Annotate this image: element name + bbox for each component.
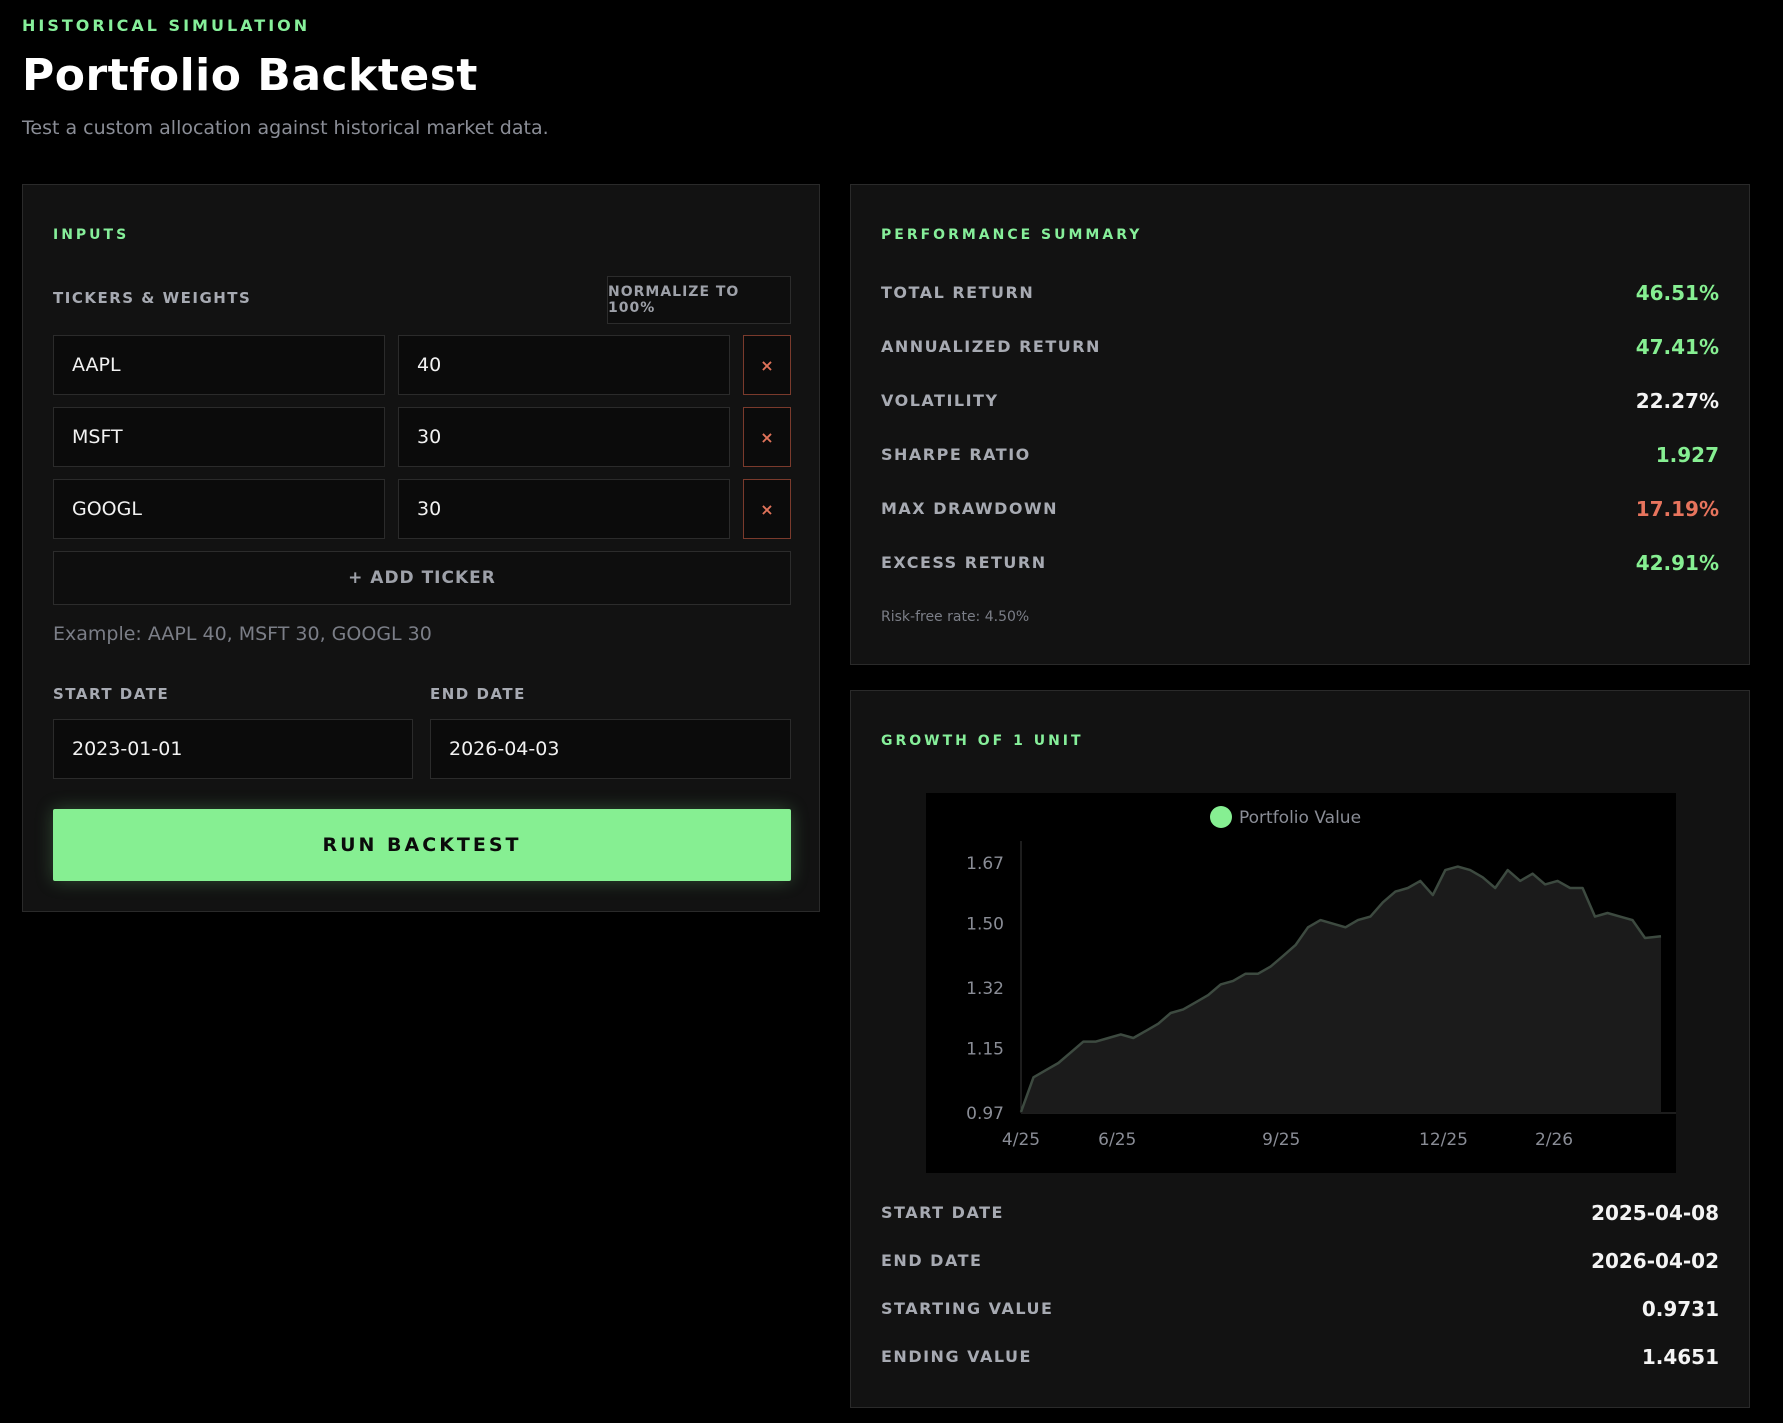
remove-ticker-button-2[interactable]: × (743, 407, 791, 467)
weight-input-3[interactable]: 30 (398, 479, 730, 539)
performance-summary-panel: PERFORMANCE SUMMARY TOTAL RETURN 46.51% … (850, 184, 1750, 665)
metric-total-return: TOTAL RETURN 46.51% (881, 281, 1719, 307)
growth-panel: GROWTH OF 1 UNIT 0.97 1.15 1.32 1.50 1.67 4/2… (850, 690, 1750, 1408)
stat-value: 2025-04-08 (1591, 1201, 1719, 1225)
end-date-label: END DATE (430, 685, 526, 703)
metric-label: ANNUALIZED RETURN (881, 337, 1101, 356)
legend-label: Portfolio Value (1239, 808, 1361, 828)
ticker-input-1[interactable]: AAPL (53, 335, 385, 395)
stat-label: ENDING VALUE (881, 1347, 1032, 1366)
page-subtitle: Test a custom allocation against histori… (22, 117, 549, 139)
metric-label: EXCESS RETURN (881, 553, 1047, 572)
page-title: Portfolio Backtest (22, 50, 478, 101)
x-tick-label: 4/25 (1002, 1130, 1040, 1150)
metric-label: TOTAL RETURN (881, 283, 1035, 302)
inputs-panel: INPUTS TICKERS & WEIGHTS NORMALIZE TO 10… (22, 184, 820, 912)
stat-ending-value: ENDING VALUE 1.4651 (881, 1345, 1719, 1371)
legend-swatch (1210, 806, 1232, 828)
tickers-example-hint: Example: AAPL 40, MSFT 30, GOOGL 30 (53, 623, 432, 645)
y-tick-label: 0.97 (966, 1104, 1004, 1124)
y-tick-label: 1.50 (966, 915, 1004, 935)
run-backtest-button[interactable]: RUN BACKTEST (53, 809, 791, 881)
metric-sharpe-ratio: SHARPE RATIO 1.927 (881, 443, 1719, 469)
growth-heading: GROWTH OF 1 UNIT (881, 733, 1084, 749)
x-tick-label: 12/25 (1419, 1130, 1468, 1150)
metric-value: 46.51% (1635, 281, 1719, 305)
end-date-input[interactable]: 2026-04-03 (430, 719, 791, 779)
growth-chart-svg: 0.97 1.15 1.32 1.50 1.67 4/25 6/25 9/25 12/25 2/2… (966, 806, 1676, 1150)
ticker-input-3[interactable]: GOOGL (53, 479, 385, 539)
page-eyebrow: HISTORICAL SIMULATION (22, 16, 311, 35)
tickers-weights-label: TICKERS & WEIGHTS (53, 289, 252, 307)
metric-label: MAX DRAWDOWN (881, 499, 1059, 518)
metric-value: 47.41% (1635, 335, 1719, 359)
inputs-heading: INPUTS (53, 227, 130, 243)
metric-label: VOLATILITY (881, 391, 999, 410)
stat-label: START DATE (881, 1203, 1004, 1222)
metric-excess-return: EXCESS RETURN 42.91% (881, 551, 1719, 577)
growth-chart: 0.97 1.15 1.32 1.50 1.67 4/25 6/25 9/25 12/25 2/2… (926, 793, 1676, 1173)
y-tick-label: 1.67 (966, 854, 1004, 874)
remove-ticker-button-3[interactable]: × (743, 479, 791, 539)
risk-free-rate-note: Risk-free rate: 4.50% (881, 609, 1030, 625)
stat-value: 1.4651 (1641, 1345, 1719, 1369)
start-date-input[interactable]: 2023-01-01 (53, 719, 413, 779)
y-tick-label: 1.32 (966, 979, 1004, 999)
start-date-label: START DATE (53, 685, 170, 703)
ticker-input-2[interactable]: MSFT (53, 407, 385, 467)
stat-starting-value: STARTING VALUE 0.9731 (881, 1297, 1719, 1323)
stat-end-date: END DATE 2026-04-02 (881, 1249, 1719, 1275)
y-tick-label: 1.15 (966, 1040, 1004, 1060)
metric-value: 1.927 (1655, 443, 1719, 467)
metric-value: 22.27% (1635, 389, 1719, 413)
weight-input-1[interactable]: 40 (398, 335, 730, 395)
performance-summary-heading: PERFORMANCE SUMMARY (881, 227, 1143, 243)
metric-value: 42.91% (1635, 551, 1719, 575)
stat-label: STARTING VALUE (881, 1299, 1054, 1318)
metric-value: 17.19% (1635, 497, 1719, 521)
remove-ticker-button-1[interactable]: × (743, 335, 791, 395)
portfolio-value-area (1021, 866, 1661, 1113)
x-tick-label: 2/26 (1535, 1130, 1573, 1150)
stat-value: 0.9731 (1641, 1297, 1719, 1321)
metric-label: SHARPE RATIO (881, 445, 1031, 464)
metric-max-drawdown: MAX DRAWDOWN 17.19% (881, 497, 1719, 523)
metric-annualized-return: ANNUALIZED RETURN 47.41% (881, 335, 1719, 361)
add-ticker-button[interactable]: + ADD TICKER (53, 551, 791, 605)
stat-label: END DATE (881, 1251, 983, 1270)
x-tick-label: 6/25 (1098, 1130, 1136, 1150)
x-tick-label: 9/25 (1262, 1130, 1300, 1150)
stat-value: 2026-04-02 (1591, 1249, 1719, 1273)
metric-volatility: VOLATILITY 22.27% (881, 389, 1719, 415)
stat-start-date: START DATE 2025-04-08 (881, 1201, 1719, 1227)
weight-input-2[interactable]: 30 (398, 407, 730, 467)
normalize-button[interactable]: NORMALIZE TO 100% (607, 276, 791, 324)
